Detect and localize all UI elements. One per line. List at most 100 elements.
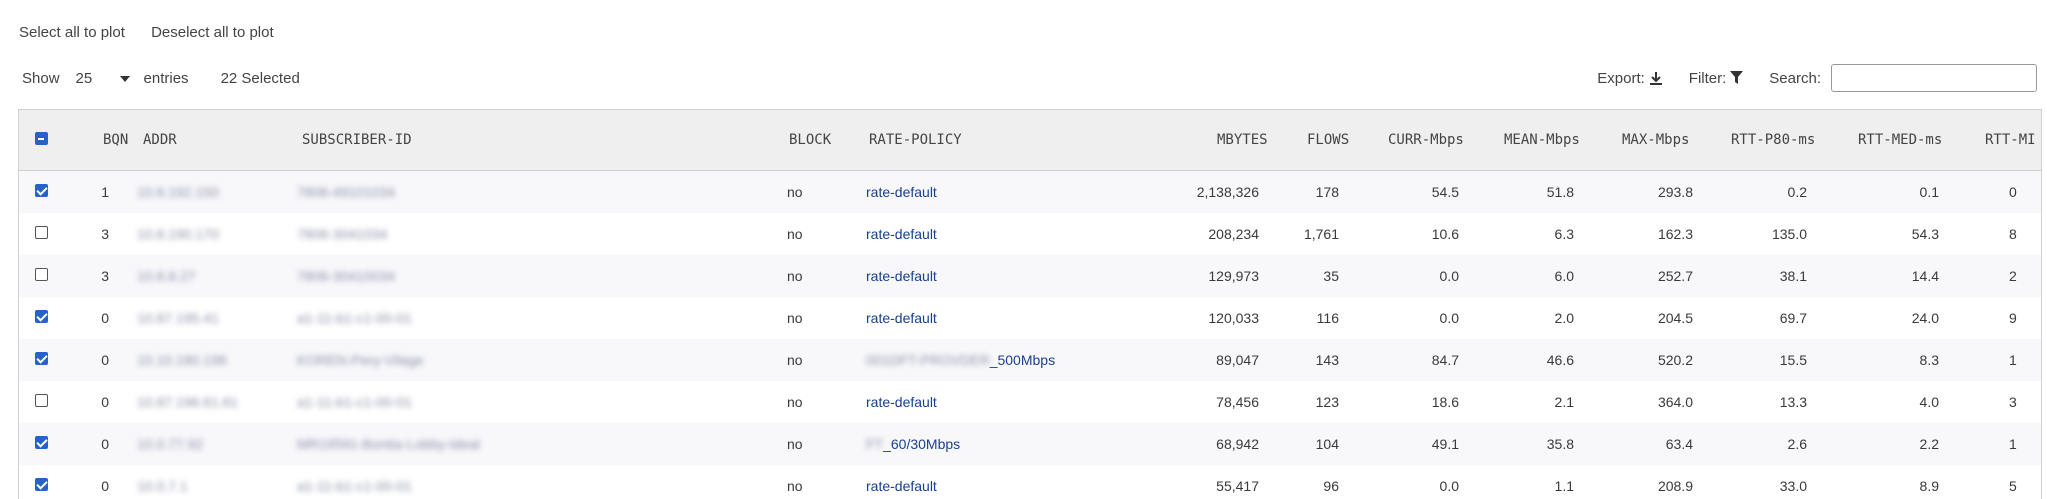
- cell-rtt-med-ms: 14.4: [1911, 268, 1939, 284]
- cell-addr: 10.0.7.1: [137, 478, 188, 494]
- cell-rate-policy[interactable]: rate-default: [866, 394, 937, 410]
- table-row[interactable]: 3 10.8.190.170 7806-3041034 no 208,234 1,761 1…: [19, 213, 2041, 255]
- cell-mean-mbps: 6.0: [1554, 268, 1574, 284]
- cell-addr: 10.8.192.150: [137, 184, 219, 200]
- table-row[interactable]: 0 10.0.77.92 MR19591-Bonita-Lobby-Ideal no 6…: [19, 423, 2041, 465]
- select-all-checkbox[interactable]: [35, 132, 48, 145]
- select-all-to-plot-link[interactable]: Select all to plot: [19, 24, 125, 41]
- cell-addr: 10.87.195.41: [137, 310, 219, 326]
- rate-policy-link[interactable]: rate-default: [866, 184, 937, 200]
- col-block[interactable]: BLOCK: [789, 132, 831, 148]
- col-mean-mbps[interactable]: MEAN-Mbps: [1504, 132, 1580, 148]
- rate-policy-link[interactable]: rate-default: [866, 310, 937, 326]
- cell-mean-mbps: 6.3: [1554, 226, 1574, 242]
- cell-max-mbps: 293.8: [1657, 184, 1693, 200]
- cell-mbytes: 78,456: [1216, 394, 1259, 410]
- cell-block: no: [787, 226, 803, 242]
- cell-rtt-mi: 2: [2009, 268, 2017, 284]
- cell-subscriber-id: a1-11-b1-c1-00-01: [297, 310, 412, 326]
- col-bqn[interactable]: BQN: [103, 132, 128, 148]
- cell-max-mbps: 162.3: [1657, 226, 1693, 242]
- cell-bqn: 0: [101, 436, 109, 452]
- col-addr[interactable]: ADDR: [143, 132, 177, 148]
- rate-policy-link[interactable]: rate-default: [866, 226, 937, 242]
- row-plot-checkbox[interactable]: [35, 394, 48, 407]
- row-plot-checkbox[interactable]: [35, 352, 48, 365]
- cell-bqn: 3: [101, 268, 109, 284]
- cell-rate-policy[interactable]: rate-default: [866, 268, 937, 284]
- col-flows[interactable]: FLOWS: [1307, 132, 1349, 148]
- entries-label: entries: [143, 70, 189, 87]
- cell-max-mbps: 208.9: [1657, 478, 1693, 494]
- cell-flows: 178: [1315, 184, 1339, 200]
- table-row[interactable]: 3 10.8.8.27 7806-30410034 no 129,973 35 0.0 6.0…: [19, 255, 2041, 297]
- row-plot-checkbox[interactable]: [35, 268, 48, 281]
- cell-mean-mbps: 2.0: [1554, 310, 1574, 326]
- table-row[interactable]: 0 10.87.196.61.61 a1-11-b1-c1-00-01 no 78,45…: [19, 381, 2041, 423]
- cell-block: no: [787, 352, 803, 368]
- cell-addr: 10.0.77.92: [137, 436, 204, 452]
- table-row[interactable]: 0 10.87.195.41 a1-11-b1-c1-00-01 no 120,033 1…: [19, 297, 2041, 339]
- cell-addr: 10.8.190.170: [137, 226, 219, 242]
- rate-policy-link[interactable]: rate-default: [866, 394, 937, 410]
- cell-curr-mbps: 49.1: [1431, 436, 1459, 452]
- table-toolbar: Show 25 entries 22 Selected Export: Filt…: [22, 64, 2037, 96]
- cell-curr-mbps: 0.0: [1439, 478, 1459, 494]
- row-plot-checkbox[interactable]: [35, 478, 48, 491]
- cell-max-mbps: 364.0: [1657, 394, 1693, 410]
- cell-rate-policy[interactable]: rate-default: [866, 184, 937, 200]
- deselect-all-to-plot-link[interactable]: Deselect all to plot: [151, 24, 274, 41]
- cell-rate-policy[interactable]: FT_60/30Mbps: [866, 436, 960, 452]
- row-plot-checkbox[interactable]: [35, 436, 48, 449]
- cell-rate-policy[interactable]: rate-default: [866, 478, 937, 494]
- cell-curr-mbps: 10.6: [1431, 226, 1459, 242]
- rate-policy-link[interactable]: _60/30Mbps: [883, 436, 960, 452]
- row-plot-checkbox[interactable]: [35, 310, 48, 323]
- filter-label: Filter:: [1688, 69, 1727, 87]
- col-rtt-med-ms[interactable]: RTT-MED-ms: [1858, 132, 1942, 148]
- row-plot-checkbox[interactable]: [35, 184, 48, 197]
- rate-policy-link[interactable]: rate-default: [866, 478, 937, 494]
- cell-rtt-p80-ms: 0.2: [1787, 184, 1807, 200]
- cell-addr: 10.10.180.198: [137, 352, 227, 368]
- cell-rate-policy[interactable]: rate-default: [866, 310, 937, 326]
- page-size-select[interactable]: 25: [76, 70, 136, 87]
- filter-button[interactable]: Filter:: [1689, 70, 1744, 87]
- cell-flows: 143: [1315, 352, 1339, 368]
- cell-curr-mbps: 84.7: [1431, 352, 1459, 368]
- plot-selection-links: Select all to plot Deselect all to plot: [19, 24, 296, 41]
- rate-policy-link[interactable]: rate-default: [866, 268, 937, 284]
- col-rtt-p80-ms[interactable]: RTT-P80-ms: [1731, 132, 1815, 148]
- cell-rtt-mi: 3: [2009, 394, 2017, 410]
- cell-max-mbps: 520.2: [1657, 352, 1693, 368]
- table-row[interactable]: 0 10.0.7.1 a1-11-b1-c1-00-01 no 55,417 96 0.0 1…: [19, 465, 2041, 499]
- rate-policy-prefix: 001DFT-PROVDER: [866, 352, 990, 368]
- cell-block: no: [787, 436, 803, 452]
- cell-subscriber-id: a1-11-b1-c1-00-01: [297, 478, 412, 494]
- search-input[interactable]: [1831, 64, 2037, 92]
- download-icon: [1649, 71, 1662, 85]
- table-row[interactable]: 0 10.10.180.198 KOREN-Pery-Vilage no 89,047 1…: [19, 339, 2041, 381]
- cell-mean-mbps: 51.8: [1546, 184, 1574, 200]
- cell-flows: 104: [1315, 436, 1339, 452]
- cell-mean-mbps: 35.8: [1546, 436, 1574, 452]
- export-button[interactable]: Export:: [1597, 70, 1663, 87]
- col-subscriber-id[interactable]: SUBSCRIBER-ID: [302, 132, 412, 148]
- row-plot-checkbox[interactable]: [35, 226, 48, 239]
- table-row[interactable]: 1 10.8.192.150 7806-49101034 no 2,138,326 178…: [19, 171, 2041, 213]
- col-mbytes[interactable]: MBYTES: [1217, 132, 1268, 148]
- cell-rtt-p80-ms: 135.0: [1771, 226, 1807, 242]
- rate-policy-link[interactable]: _500Mbps: [990, 352, 1055, 368]
- col-rtt-mi[interactable]: RTT-MI: [1985, 132, 2036, 148]
- col-rate-policy[interactable]: RATE-POLICY: [869, 132, 962, 148]
- table-header: BQN ADDR SUBSCRIBER-ID BLOCK RATE-POLICY…: [19, 110, 2041, 171]
- cell-rate-policy[interactable]: rate-default: [866, 226, 937, 242]
- cell-block: no: [787, 478, 803, 494]
- cell-addr: 10.8.8.27: [137, 268, 196, 284]
- cell-rate-policy[interactable]: 001DFT-PROVDER_500Mbps: [866, 352, 1055, 368]
- cell-flows: 1,761: [1303, 226, 1339, 242]
- cell-subscriber-id: 7806-3041034: [297, 226, 388, 242]
- col-max-mbps[interactable]: MAX-Mbps: [1622, 132, 1689, 148]
- cell-block: no: [787, 268, 803, 284]
- col-curr-mbps[interactable]: CURR-Mbps: [1388, 132, 1464, 148]
